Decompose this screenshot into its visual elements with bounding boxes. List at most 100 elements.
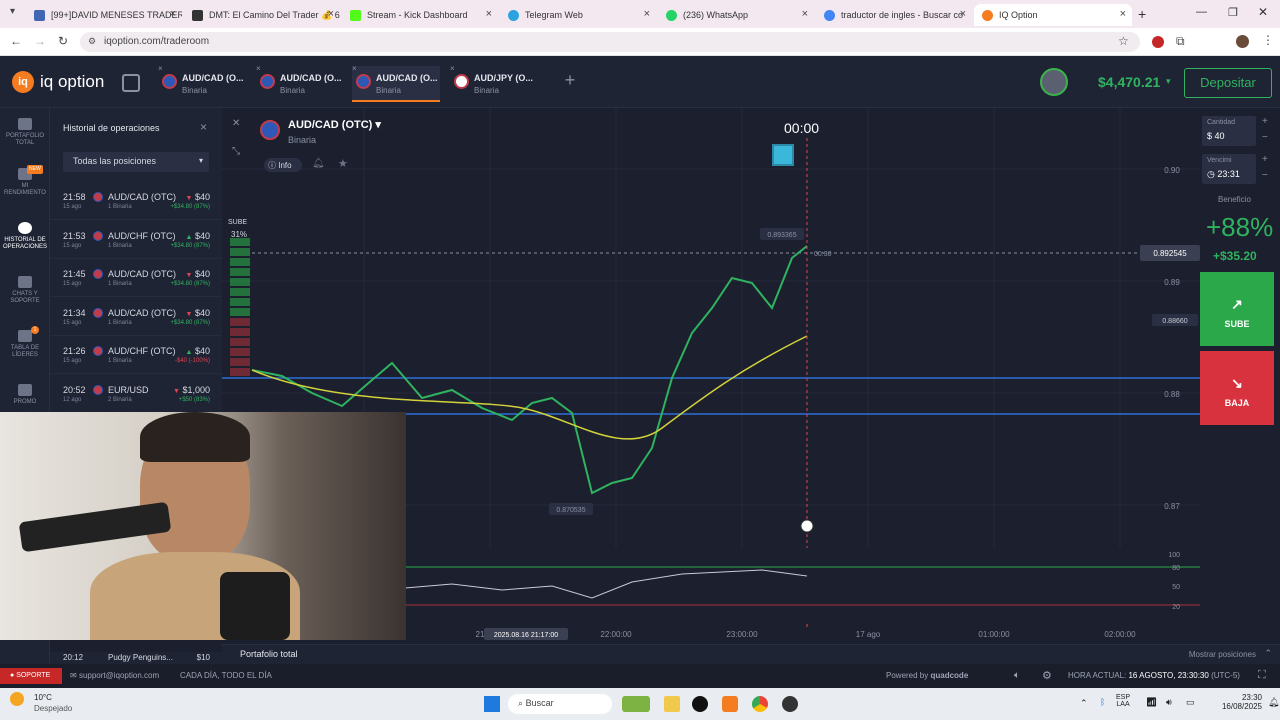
bell-icon[interactable]: 🔔︎ [312,158,325,169]
info-button[interactable]: ⓘ Info [264,158,302,172]
battery-icon[interactable]: ▭ [1186,697,1195,708]
obs-icon[interactable] [782,696,798,712]
close-icon[interactable]: × [802,8,808,20]
close-window-icon[interactable]: ✕ [1258,5,1268,19]
history-row[interactable]: 21:58 15 ago AUD/CAD (OTC) 1 Binaria ▼ $40 +$… [50,182,222,220]
close-icon[interactable]: × [644,8,650,20]
taskbar-search[interactable]: ⌕ Buscar [508,694,612,714]
settings-icon[interactable]: ⚙ [1042,669,1052,682]
close-chart-icon[interactable]: ✕ [232,118,240,129]
asset-tab[interactable]: × AUD/JPY (O... Binaria [450,64,538,102]
browser-tab[interactable]: DMT: El Camino Del Trader 💰 6 × [184,4,340,26]
volume-icon[interactable]: 🔊︎ [1166,697,1172,708]
app-icon[interactable] [692,696,708,712]
increase-expiry-button[interactable]: + [1262,154,1268,165]
show-positions-button[interactable]: Mostrar posiciones [1189,650,1256,659]
tab-menu-icon[interactable]: ▾ [10,6,15,17]
history-row-partial[interactable]: 20:12 Pudgy Penguins... $10 [50,652,222,664]
close-icon[interactable]: × [158,64,163,73]
tray-chevron-icon[interactable]: ⌃ [1080,698,1088,709]
browser-tab[interactable]: Stream - Kick Dashboard × [342,4,498,26]
sube-button[interactable]: ↗ SUBE [1200,272,1274,346]
history-row[interactable]: 21:45 15 ago AUD/CAD (OTC) 1 Binaria ▼ $40 +$… [50,259,222,298]
increase-amount-button[interactable]: + [1262,116,1268,127]
back-icon[interactable]: ← [10,34,22,48]
support-button[interactable]: ● SOPORTE [0,668,62,684]
notification-icon[interactable]: 🔔︎ [1268,697,1279,708]
profile-avatar[interactable] [1236,35,1249,48]
browser-tab-active[interactable]: IQ Option × [974,4,1132,26]
amount-field[interactable]: Cantidad $ 40 [1202,116,1256,146]
close-panel-icon[interactable]: × [200,120,207,134]
asset-tab[interactable]: × AUD/CAD (O... Binaria [256,64,344,102]
history-row[interactable]: 21:53 15 ago AUD/CHF (OTC) 1 Binaria ▲ $40 +$… [50,221,222,259]
windows-start-icon[interactable] [484,696,500,712]
add-asset-button[interactable]: + [558,70,582,94]
balance[interactable]: $4,470.21 [1098,74,1160,90]
widget-icon[interactable] [622,696,650,712]
browser-tab[interactable]: traductor de ingles - Buscar co × [816,4,972,26]
forward-icon[interactable]: → [34,34,46,48]
expiry-field[interactable]: Vencimi ◷ 23:31 [1202,154,1256,184]
iq-option-app-icon[interactable] [722,696,738,712]
wifi-icon[interactable]: 📶︎ [1146,697,1157,708]
close-icon[interactable]: × [486,8,492,20]
system-clock[interactable]: 23:30 16/08/2025 [1212,693,1262,711]
address-bar: ← → ↻ iqoption.com/traderoom ⚙ ☆ ⧉ ⋮ [0,28,1280,56]
fullscreen-icon[interactable]: ⛶ [1258,669,1266,682]
chevron-down-icon[interactable]: ▾ [1166,76,1171,87]
extensions-icon[interactable]: ⧉ [1176,34,1185,49]
maximize-icon[interactable]: ❐ [1228,6,1238,19]
close-icon[interactable]: × [352,64,357,73]
sound-icon[interactable]: 🔈︎ [1014,670,1020,681]
close-icon[interactable]: × [450,64,455,73]
history-row[interactable]: 20:52 12 ago EUR/USD 2 Binaria ▼ $1,000 +$50 … [50,375,222,413]
site-info-icon[interactable]: ⚙ [88,36,96,47]
nav-promo[interactable]: PROMO [0,384,50,406]
extension-icon[interactable] [1152,36,1164,48]
portfolio-label[interactable]: Portafolio total [240,649,298,659]
asset-tab-active[interactable]: × AUD/CAD (O... Binaria [352,64,440,102]
nav-leaderboard[interactable]: TABLA DE LÍDERES 1 [0,326,50,359]
browser-tab[interactable]: [99+]DAVID MENESES TRADER × [26,4,182,26]
nav-chat[interactable]: CHATS Y SOPORTE [0,276,50,305]
new-tab-icon[interactable]: + [1138,6,1146,22]
baja-button[interactable]: ↘ BAJA [1200,351,1274,425]
minimize-icon[interactable]: — [1196,6,1207,18]
browser-tab[interactable]: (236) WhatsApp × [658,4,814,26]
history-row[interactable]: 21:26 15 ago AUD/CHF (OTC) 1 Binaria ▲ $40 -$… [50,336,222,375]
bookmark-icon[interactable]: ☆ [1118,34,1129,48]
decrease-expiry-button[interactable]: − [1262,170,1268,181]
nav-portfolio[interactable]: PORTAFOLIO TOTAL [0,118,50,147]
history-row[interactable]: 21:34 15 ago AUD/CAD (OTC) 1 Binaria ▼ $40 +$… [50,298,222,336]
grid-icon[interactable] [122,74,140,92]
close-icon[interactable]: × [256,64,261,73]
file-explorer-icon[interactable] [664,696,680,712]
language-indicator[interactable]: ESP LAA [1116,694,1130,708]
user-avatar[interactable] [1040,68,1068,96]
close-icon[interactable]: × [1120,8,1126,20]
close-icon[interactable]: × [328,8,334,20]
collapse-icon[interactable]: ⤡ [232,146,240,157]
indicator-icon[interactable] [772,144,794,166]
browser-tab[interactable]: Telegram Web × [500,4,656,26]
url-field[interactable]: iqoption.com/traderoom [80,32,1140,52]
reload-icon[interactable]: ↻ [58,34,68,48]
asset-tab[interactable]: × AUD/CAD (O... Binaria [158,64,246,102]
deposit-button[interactable]: Depositar [1184,68,1272,98]
nav-history[interactable]: HISTORIAL DE OPERACIONES [0,222,50,251]
positions-filter[interactable]: Todas las posiciones ▾ [63,152,209,172]
browser-menu-icon[interactable]: ⋮ [1262,33,1274,47]
decrease-amount-button[interactable]: − [1262,132,1268,143]
star-icon[interactable]: ★ [338,157,348,170]
chevron-up-icon[interactable]: ⌃ [1264,648,1272,659]
bluetooth-icon[interactable]: ᛒ [1100,697,1105,707]
nav-performance[interactable]: MI RENDIMIENTO NEW [0,165,50,197]
volume-bar [230,278,250,286]
support-email[interactable]: ✉ support@iqoption.com [70,671,159,680]
close-icon[interactable]: × [170,8,176,20]
close-icon[interactable]: × [960,8,966,20]
iq-logo-icon: iq [12,71,34,93]
asset-title[interactable]: AUD/CAD (OTC) ▾ [288,118,381,131]
chrome-icon[interactable] [752,696,768,712]
